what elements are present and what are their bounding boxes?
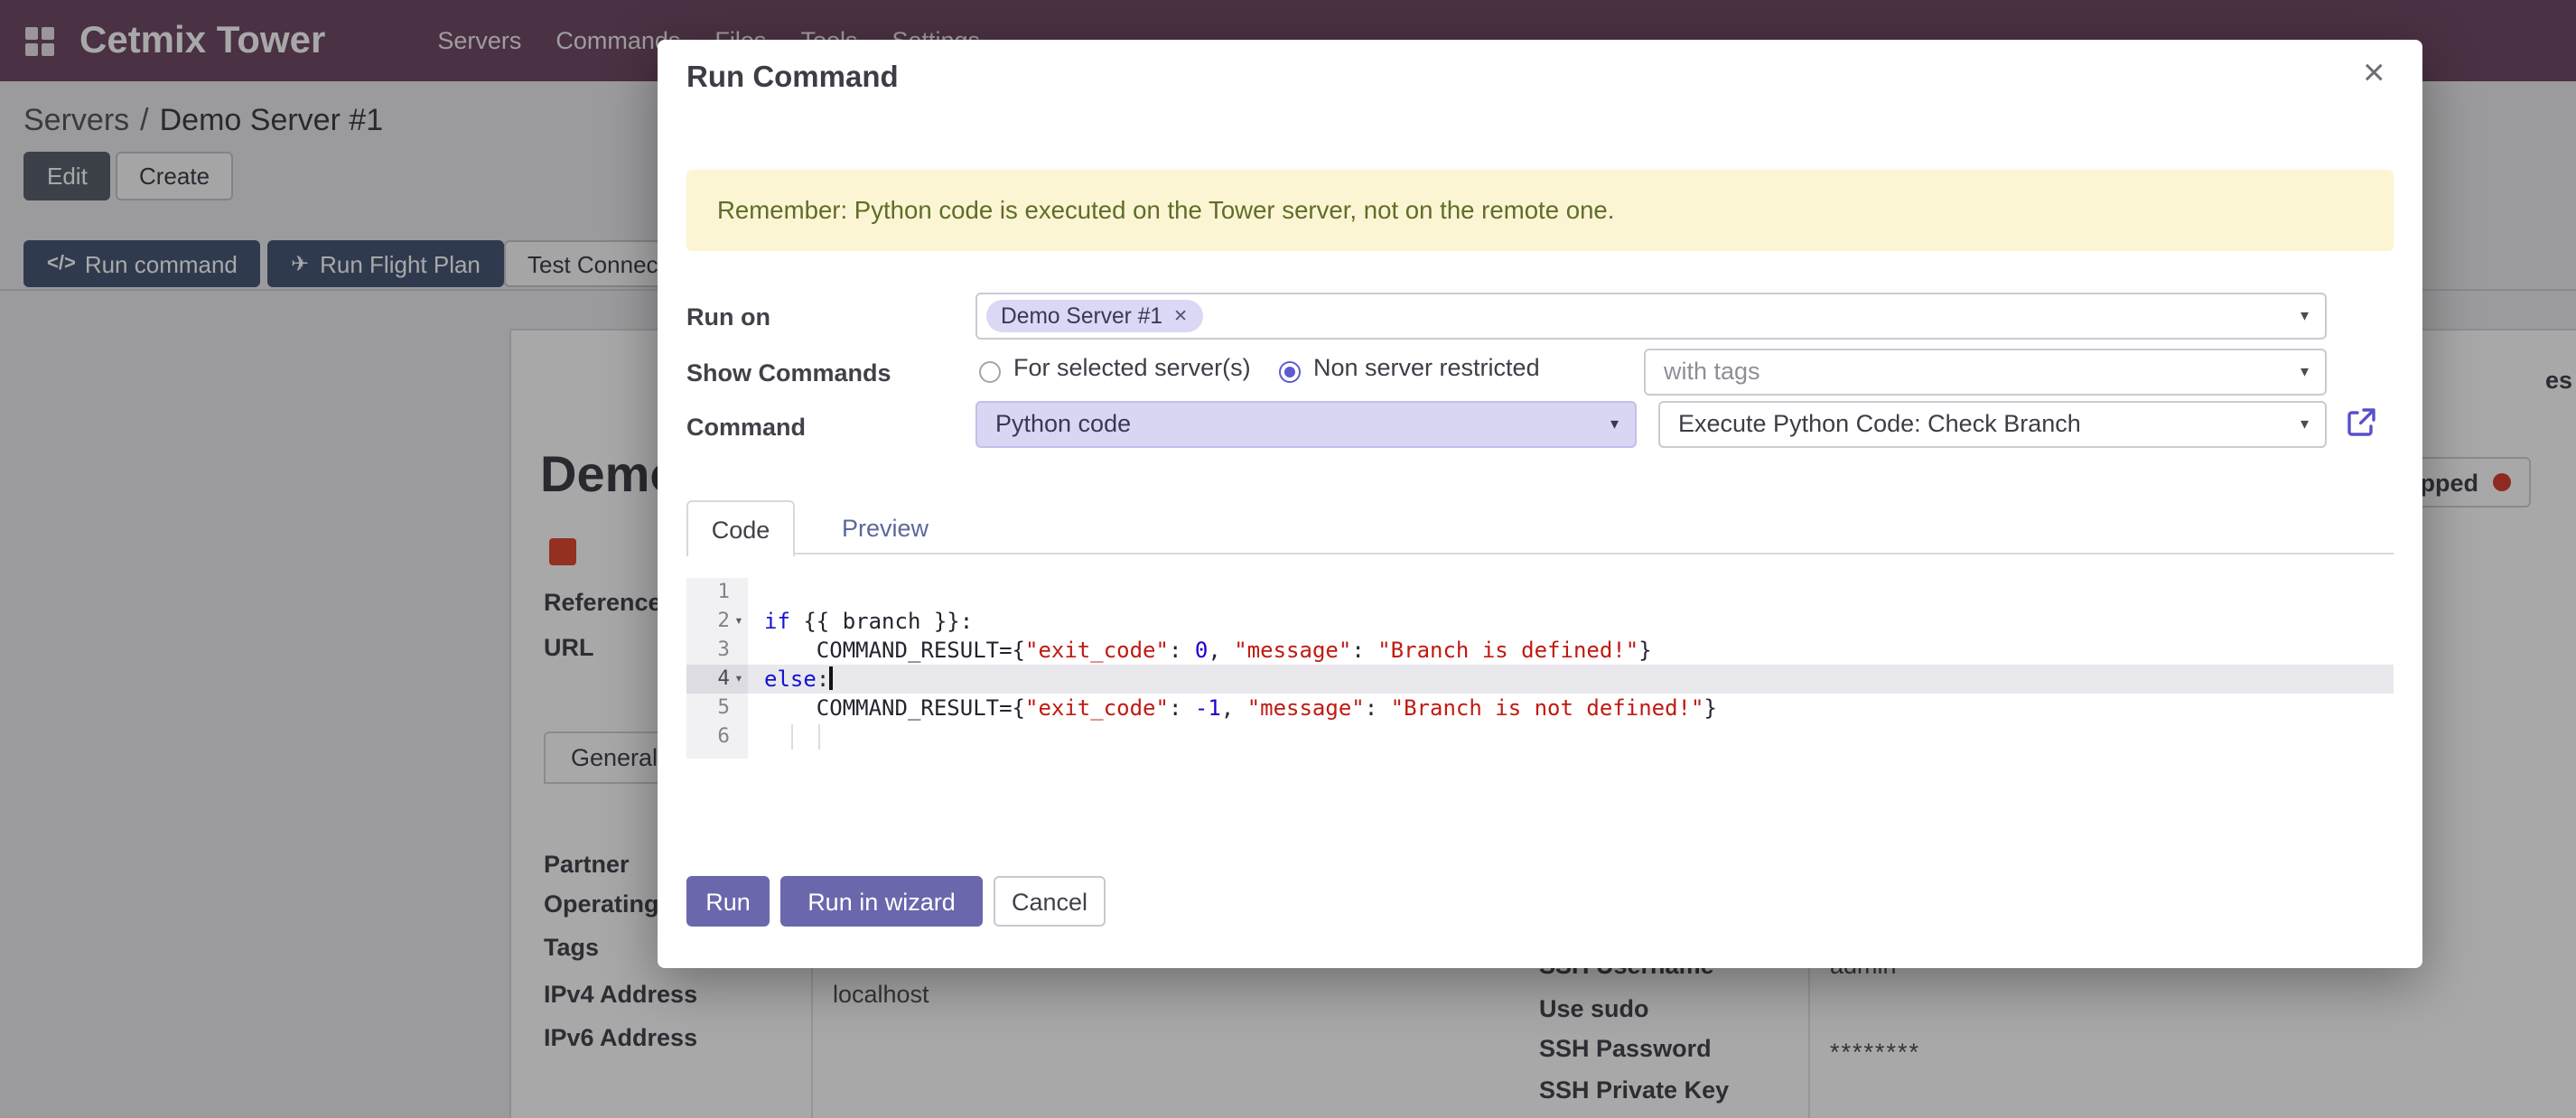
code-token: "exit_code" <box>1025 695 1169 721</box>
code-line[interactable]: if {{ branch }}: <box>748 607 2394 636</box>
gutter-line-number: 5 <box>686 694 748 722</box>
code-line[interactable] <box>748 722 2394 751</box>
dialog-title: Run Command <box>686 61 899 96</box>
run-on-label: Run on <box>686 303 770 331</box>
code-token: : <box>817 666 829 692</box>
chevron-down-icon[interactable]: ▾ <box>2301 306 2309 326</box>
code-token: "Branch is defined!" <box>1377 638 1638 663</box>
radio-for-selected-servers-label[interactable]: For selected server(s) <box>1013 354 1251 381</box>
code-token: COMMAND_RESULT={ <box>764 638 1025 663</box>
code-token: 0 <box>1195 638 1208 663</box>
run-in-wizard-button[interactable]: Run in wizard <box>780 876 983 927</box>
command-select[interactable]: Execute Python Code: Check Branch ▾ <box>1658 401 2327 448</box>
code-token: -1 <box>1195 695 1221 721</box>
chevron-down-icon[interactable]: ▾ <box>2301 415 2309 434</box>
code-gutter: 12▾34▾56 <box>686 578 748 759</box>
code-lines: if {{ branch }}: COMMAND_RESULT={"exit_c… <box>748 578 2394 759</box>
gutter-line-number: 4▾ <box>686 665 748 694</box>
chevron-down-icon[interactable]: ▾ <box>1610 415 1619 434</box>
gutter-line-number: 6 <box>686 722 748 751</box>
with-tags-placeholder: with tags <box>1646 350 2325 394</box>
radio-non-server-restricted[interactable] <box>1279 361 1301 383</box>
code-editor[interactable]: 12▾34▾56 if {{ branch }}: COMMAND_RESULT… <box>686 578 2394 759</box>
run-on-field[interactable]: Demo Server #1 ✕ ▾ <box>975 293 2327 340</box>
chevron-down-icon[interactable]: ▾ <box>2301 362 2309 382</box>
gutter-line-number: 1 <box>686 578 748 607</box>
remove-tag-icon[interactable]: ✕ <box>1173 306 1188 326</box>
code-token: "message" <box>1234 638 1351 663</box>
warning-alert: Remember: Python code is executed on the… <box>686 170 2394 251</box>
screen: Cetmix Tower Servers Commands Files Tool… <box>0 0 2576 1118</box>
tab-preview[interactable]: Preview <box>824 500 947 554</box>
radio-for-selected-servers[interactable] <box>979 361 1001 383</box>
show-commands-label: Show Commands <box>686 359 891 387</box>
external-link-icon[interactable] <box>2343 405 2379 441</box>
code-token: {{ branch }}: <box>790 609 973 634</box>
code-token: : <box>1351 638 1377 663</box>
radio-non-server-restricted-label[interactable]: Non server restricted <box>1313 354 1540 381</box>
gutter-line-number: 2▾ <box>686 607 748 636</box>
code-token: "message" <box>1247 695 1365 721</box>
tab-code[interactable]: Code <box>686 500 795 556</box>
command-label: Command <box>686 414 806 441</box>
gutter-line-number: 3 <box>686 636 748 665</box>
code-token: } <box>1638 638 1651 663</box>
indent-guide <box>791 724 793 750</box>
code-line[interactable]: COMMAND_RESULT={"exit_code": -1, "messag… <box>748 694 2394 722</box>
code-token: , <box>1208 638 1234 663</box>
code-token: , <box>1221 695 1247 721</box>
code-token: : <box>1169 695 1195 721</box>
cancel-button[interactable]: Cancel <box>994 876 1106 927</box>
command-type-value: Python code <box>977 403 1635 446</box>
code-token: "Branch is not defined!" <box>1391 695 1704 721</box>
code-token: if <box>764 609 790 634</box>
indent-guide <box>818 724 820 750</box>
with-tags-select[interactable]: with tags ▾ <box>1644 349 2327 396</box>
run-button[interactable]: Run <box>686 876 770 927</box>
code-token: : <box>1169 638 1195 663</box>
server-tag: Demo Server #1 ✕ <box>986 300 1202 332</box>
close-icon[interactable]: × <box>2363 52 2385 96</box>
code-line[interactable]: else: <box>748 665 2394 694</box>
run-command-dialog: Run Command × Remember: Python code is e… <box>658 40 2422 968</box>
command-value: Execute Python Code: Check Branch <box>1660 403 2325 446</box>
fold-toggle-icon[interactable]: ▾ <box>730 607 748 636</box>
code-line[interactable]: COMMAND_RESULT={"exit_code": 0, "message… <box>748 636 2394 665</box>
text-cursor <box>829 666 832 690</box>
code-token: "exit_code" <box>1025 638 1169 663</box>
server-tag-label: Demo Server #1 <box>1001 303 1162 329</box>
code-line[interactable] <box>748 578 2394 607</box>
code-token: else <box>764 666 817 692</box>
command-type-select[interactable]: Python code ▾ <box>975 401 1637 448</box>
code-token: : <box>1365 695 1391 721</box>
fold-toggle-icon[interactable]: ▾ <box>730 665 748 694</box>
code-token: } <box>1703 695 1716 721</box>
code-token: COMMAND_RESULT={ <box>764 695 1025 721</box>
